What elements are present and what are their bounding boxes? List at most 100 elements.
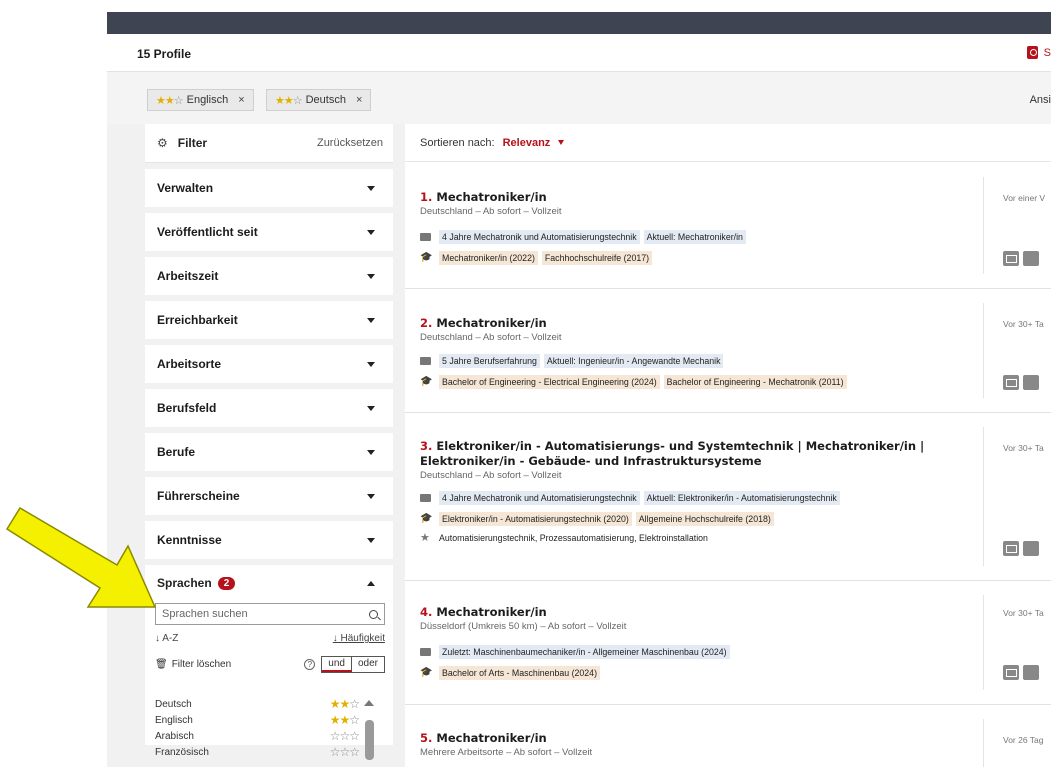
section-label: Berufsfeld xyxy=(157,401,217,415)
chip-stars-icon: ★★☆ xyxy=(275,94,303,107)
scroll-thumb[interactable] xyxy=(364,720,374,760)
sprachen-header[interactable]: Sprachen 2 xyxy=(145,565,393,601)
filter-section-arbeitsorte[interactable]: Arbeitsorte xyxy=(145,345,393,383)
toggle-and[interactable]: und xyxy=(322,657,352,672)
contact-icon[interactable] xyxy=(1023,541,1039,556)
chevron-down-icon xyxy=(367,405,375,411)
education-row: 🎓 Elektroniker/in - Automatisierungstech… xyxy=(420,512,975,526)
language-item[interactable]: Französisch ☆☆☆ xyxy=(155,744,385,760)
sort-frequency-button[interactable]: ↓ Häufigkeit xyxy=(333,633,385,644)
top-navigation-bar xyxy=(107,12,1051,34)
star-icon: ★ xyxy=(420,532,430,544)
profile-title[interactable]: 4. Mechatroniker/in xyxy=(420,605,975,620)
sort-dropdown[interactable]: Relevanz xyxy=(503,137,551,149)
reset-filters-link[interactable]: Zurücksetzen xyxy=(317,137,383,149)
language-stars-icon[interactable]: ☆☆☆ xyxy=(330,729,360,743)
email-at-icon[interactable] xyxy=(1023,375,1039,390)
profile-date: Vor 30+ Ta xyxy=(1003,608,1044,618)
chevron-up-icon xyxy=(367,580,375,586)
filter-section-sprachen: Sprachen 2 ↓ A-Z ↓ Häufigkeit 🗑 Filter l… xyxy=(145,565,393,760)
filter-section-berufe[interactable]: Berufe xyxy=(145,433,393,471)
profile-card[interactable]: 4. Mechatroniker/in Düsseldorf (Umkreis … xyxy=(405,581,1051,705)
sort-az-button[interactable]: ↓ A-Z xyxy=(155,633,178,644)
profile-card[interactable]: 3. Elektroniker/in - Automatisierungs- u… xyxy=(405,413,1051,581)
message-icon[interactable] xyxy=(1003,541,1019,556)
language-item[interactable]: Deutsch ★★☆ xyxy=(155,696,385,712)
experience-tag: Zuletzt: Maschinenbaumechaniker/in - All… xyxy=(439,645,730,659)
graduation-cap-icon: 🎓 xyxy=(420,513,433,524)
experience-tag: 5 Jahre Berufserfahrung xyxy=(439,354,540,368)
card-actions xyxy=(1003,251,1039,266)
remove-chip-icon[interactable]: × xyxy=(356,94,362,106)
education-tag: Bachelor of Engineering - Electrical Eng… xyxy=(439,375,660,389)
filter-section-arbeitszeit[interactable]: Arbeitszeit xyxy=(145,257,393,295)
profile-title[interactable]: 2. Mechatroniker/in xyxy=(420,316,975,331)
profile-title[interactable]: 3. Elektroniker/in - Automatisierungs- u… xyxy=(420,439,975,469)
card-divider xyxy=(983,177,984,274)
profile-meta: Mehrere Arbeitsorte – Ab sofort – Vollze… xyxy=(420,747,593,758)
clear-language-filter[interactable]: Filter löschen xyxy=(172,659,305,670)
toggle-or[interactable]: oder xyxy=(352,657,384,672)
profile-title[interactable]: 1. Mechatroniker/in xyxy=(420,190,975,205)
main-area: ⚙ Filter Zurücksetzen Verwalten Veröffen… xyxy=(107,124,1051,767)
chevron-down-icon[interactable] xyxy=(558,140,565,145)
language-name: Arabisch xyxy=(155,730,194,742)
remove-chip-icon[interactable]: × xyxy=(238,94,244,106)
briefcase-icon xyxy=(420,357,431,365)
chip-label: Englisch xyxy=(186,94,229,106)
language-search-box xyxy=(155,603,385,625)
language-item[interactable]: Englisch ★★☆ xyxy=(155,712,385,728)
language-item[interactable]: Arabisch ☆☆☆ xyxy=(155,728,385,744)
briefcase-icon xyxy=(420,494,431,502)
filter-section-kenntnisse[interactable]: Kenntnisse xyxy=(145,521,393,559)
education-tag: Bachelor of Arts - Maschinenbau (2024) xyxy=(439,666,601,680)
language-stars-icon[interactable]: ★★☆ xyxy=(330,713,360,727)
sliders-icon: ⚙ xyxy=(157,136,168,150)
chevron-down-icon xyxy=(367,493,375,499)
filter-section-veroeffentlicht-seit[interactable]: Veröffentlicht seit xyxy=(145,213,393,251)
filter-section-berufsfeld[interactable]: Berufsfeld xyxy=(145,389,393,427)
email-at-icon[interactable] xyxy=(1023,665,1039,680)
section-label: Sprachen xyxy=(157,576,212,590)
message-icon[interactable] xyxy=(1003,375,1019,390)
chip-englisch[interactable]: ★★☆ Englisch × xyxy=(147,89,254,111)
chevron-down-icon xyxy=(367,361,375,367)
scroll-up-icon[interactable] xyxy=(364,700,374,706)
language-list: Deutsch ★★☆ Englisch ★★☆ Arabisch ☆☆☆ Fr… xyxy=(155,696,385,760)
section-label: Erreichbarkeit xyxy=(157,313,238,327)
profile-title[interactable]: 5. Mechatroniker/in xyxy=(420,731,975,746)
help-icon[interactable]: ? xyxy=(304,659,316,670)
language-stars-icon[interactable]: ☆☆☆ xyxy=(330,745,360,759)
filter-section-erreichbarkeit[interactable]: Erreichbarkeit xyxy=(145,301,393,339)
profile-card[interactable]: 1. Mechatroniker/in Deutschland – Ab sof… xyxy=(405,163,1051,289)
save-search-button[interactable]: S xyxy=(1026,46,1051,59)
experience-row: 4 Jahre Mechatronik und Automatisierungs… xyxy=(420,230,975,244)
skills-row: ★ Automatisierungstechnik, Prozessautoma… xyxy=(420,532,975,544)
filter-section-verwalten[interactable]: Verwalten xyxy=(145,169,393,207)
view-toggle[interactable]: Ansi xyxy=(1030,94,1051,106)
filter-title: Filter xyxy=(177,136,208,150)
contact-icon[interactable] xyxy=(1023,251,1039,266)
filter-section-fuehrerscheine[interactable]: Führerscheine xyxy=(145,477,393,515)
filter-header: ⚙ Filter Zurücksetzen xyxy=(145,124,393,163)
profile-card[interactable]: 2. Mechatroniker/in Deutschland – Ab sof… xyxy=(405,289,1051,413)
card-actions xyxy=(1003,665,1039,680)
profile-date: Vor 30+ Ta xyxy=(1003,443,1044,453)
chevron-down-icon xyxy=(367,449,375,455)
language-stars-icon[interactable]: ★★☆ xyxy=(330,697,360,711)
section-label: Arbeitszeit xyxy=(157,269,219,283)
education-row: 🎓 Bachelor of Arts - Maschinenbau (2024) xyxy=(420,666,975,680)
sort-bar: Sortieren nach: Relevanz xyxy=(405,124,1051,162)
education-row: 🎓 Mechatroniker/in (2022) Fachhochschulr… xyxy=(420,251,975,265)
briefcase-icon xyxy=(420,233,431,241)
message-icon[interactable] xyxy=(1003,251,1019,266)
language-search-input[interactable] xyxy=(162,608,369,620)
chip-deutsch[interactable]: ★★☆ Deutsch × xyxy=(266,89,372,111)
card-actions xyxy=(1003,541,1039,556)
experience-tag: 4 Jahre Mechatronik und Automatisierungs… xyxy=(439,230,640,244)
language-list-scrollbar[interactable] xyxy=(363,700,375,760)
message-icon[interactable] xyxy=(1003,665,1019,680)
graduation-cap-icon: 🎓 xyxy=(420,376,433,387)
profile-card[interactable]: 5. Mechatroniker/in Mehrere Arbeitsorte … xyxy=(405,705,1051,767)
search-icon[interactable] xyxy=(369,609,378,619)
